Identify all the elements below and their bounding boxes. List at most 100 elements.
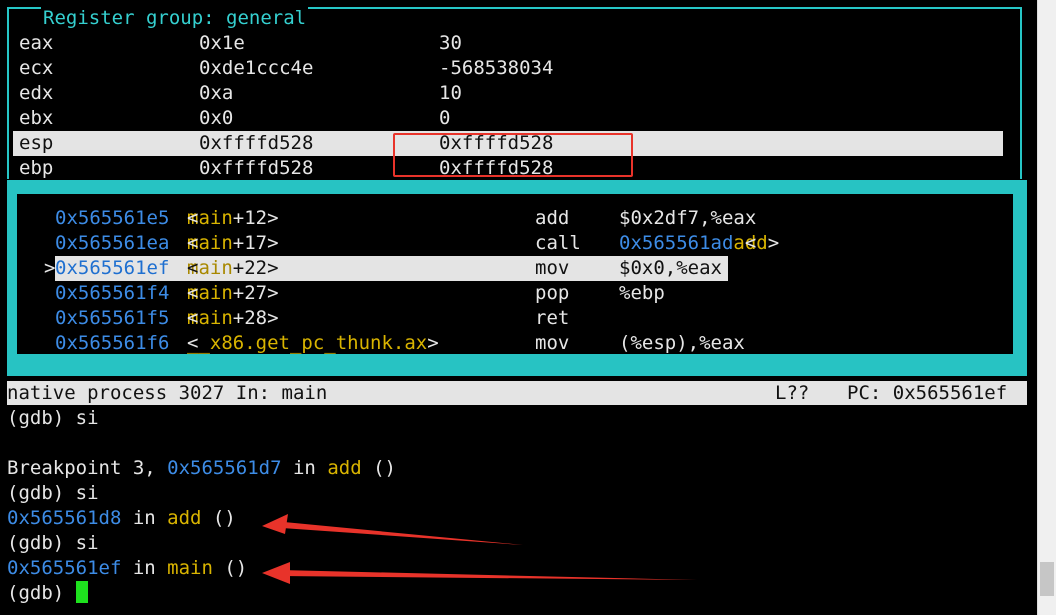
asm-symbol: < __x86.get_pc_thunk.ax > — [187, 331, 439, 356]
asm-opcode: call — [535, 232, 581, 254]
register-name: eax — [19, 32, 54, 54]
asm-symbol-open: < — [187, 282, 199, 304]
register-panel-title: Register group: general — [41, 6, 309, 31]
gdb-output-line: 0x565561d8 in add () — [7, 506, 236, 531]
asm-symbol: < main +22> — [187, 256, 279, 281]
asm-address: 0x565561e5 — [55, 207, 170, 229]
output-in: in — [281, 457, 328, 479]
register-row-eax: eax 0x1e 30 — [13, 31, 1003, 56]
asm-symbol-offset: +27> — [232, 282, 279, 304]
asm-symbol-offset: +28> — [232, 307, 279, 329]
asm-operands: 0x565561ad < add > — [619, 231, 779, 256]
register-hex-value: 0xa — [199, 82, 234, 104]
asm-symbol: < main +17> — [187, 231, 279, 256]
register-row-edx: edx 0xa 10 — [13, 81, 1003, 106]
asm-symbol-open: < — [187, 332, 199, 354]
breakpoint-text: Breakpoint 3, — [7, 457, 168, 479]
gdb-command-line: (gdb) si — [7, 482, 99, 504]
asm-symbol-offset: +22> — [232, 257, 279, 279]
asm-address: 0x565561f6 — [55, 332, 170, 354]
register-natural-value: 10 — [439, 82, 462, 104]
asm-symbol-open: < — [187, 257, 199, 279]
output-address: 0x565561d8 — [7, 507, 122, 529]
gdb-output-line: 0x565561ef in main () — [7, 556, 247, 581]
output-in: in — [121, 507, 168, 529]
output-address: 0x565561d7 — [167, 457, 282, 479]
call-target-address: 0x565561ad — [619, 232, 734, 254]
output-parens: () — [361, 457, 396, 479]
register-hex-value: 0xde1ccc4e — [199, 57, 314, 79]
asm-symbol-offset: +12> — [232, 207, 279, 229]
asm-address: 0x565561ef — [55, 257, 170, 279]
arrow-to-add-line — [262, 514, 523, 545]
asm-opcode: mov — [535, 332, 570, 354]
asm-line[interactable]: 0x565561e5 < main +12> add $0x2df7,%eax — [17, 206, 1007, 231]
asm-symbol-offset: +17> — [232, 232, 279, 254]
asm-symbol-open: < — [187, 207, 199, 229]
assembly-panel: 0x565561e5 < main +12> add $0x2df7,%eax 0x… — [7, 180, 1027, 376]
asm-line[interactable]: 0x565561f6 < __x86.get_pc_thunk.ax > mov (… — [17, 331, 1007, 356]
asm-operands: $0x2df7,%eax — [619, 207, 757, 229]
asm-operands: %ebp — [619, 282, 665, 304]
current-line-marker: > — [44, 257, 56, 279]
asm-address: 0x565561f4 — [55, 282, 170, 304]
asm-symbol-open: < — [187, 307, 199, 329]
asm-operands: (%esp),%eax — [619, 332, 745, 354]
register-row-esp: esp 0xffffd528 0xffffd528 — [13, 131, 1003, 156]
call-target-close: > — [767, 232, 780, 254]
asm-line-current[interactable]: > 0x565561ef < main +22> mov $0x0,%eax — [17, 256, 1007, 281]
output-parens: () — [201, 507, 236, 529]
gdb-output-line: Breakpoint 3, 0x565561d7 in add () — [7, 456, 396, 481]
register-name: ebx — [19, 107, 54, 129]
output-in: in — [121, 557, 168, 579]
tui-status-bar: native process 3027 In: main L?? PC: 0x5… — [7, 381, 1027, 405]
output-function: add — [327, 457, 362, 479]
assembly-listing[interactable]: 0x565561e5 < main +12> add $0x2df7,%eax 0x… — [15, 192, 1015, 356]
register-hex-value: 0x1e — [199, 32, 245, 54]
gdb-prompt: (gdb) — [7, 582, 76, 604]
vertical-scrollbar[interactable] — [1037, 0, 1056, 615]
asm-symbol: < main +27> — [187, 281, 279, 306]
register-natural-value: 0xffffd528 — [439, 132, 554, 154]
asm-line[interactable]: 0x565561f5 < main +28> ret — [17, 306, 1007, 331]
register-row-ebp: ebp 0xffffd528 0xffffd528 — [13, 156, 1003, 181]
gdb-input-line[interactable]: (gdb) — [7, 581, 88, 606]
asm-operands: $0x0,%eax — [619, 257, 722, 279]
register-name: esp — [19, 132, 54, 154]
register-natural-value: 0 — [439, 107, 451, 129]
asm-address: 0x565561ea — [55, 232, 170, 254]
register-row-ebx: ebx 0x0 0 — [13, 106, 1003, 131]
asm-opcode: pop — [535, 282, 570, 304]
register-name: ebp — [19, 157, 54, 179]
output-address: 0x565561ef — [7, 557, 122, 579]
register-hex-value: 0xffffd528 — [199, 157, 314, 179]
terminal-cursor[interactable] — [75, 581, 88, 603]
output-parens: () — [212, 557, 248, 579]
asm-symbol: < main +28> — [187, 306, 279, 331]
asm-opcode: ret — [535, 307, 570, 329]
arrow-to-main-line — [262, 562, 697, 584]
register-hex-value: 0xffffd528 — [199, 132, 314, 154]
register-hex-value: 0x0 — [199, 107, 234, 129]
register-natural-value: 30 — [439, 32, 462, 54]
asm-line[interactable]: 0x565561ea < main +17> call 0x565561ad < ad… — [17, 231, 1007, 256]
gdb-command-line: (gdb) si — [7, 407, 99, 429]
output-function: main — [167, 557, 213, 579]
register-natural-value: 0xffffd528 — [439, 157, 554, 179]
asm-symbol-offset: > — [427, 332, 439, 354]
process-status: native process 3027 In: main — [7, 382, 328, 404]
asm-opcode: add — [535, 207, 570, 229]
asm-symbol: < main +12> — [187, 206, 279, 231]
asm-address: 0x565561f5 — [55, 307, 170, 329]
output-function: add — [167, 507, 202, 529]
line-indicator: L?? — [775, 382, 810, 404]
asm-symbol-function: __x86.get_pc_thunk.ax — [187, 332, 428, 354]
register-name: ecx — [19, 57, 54, 79]
register-natural-value: -568538034 — [439, 57, 554, 79]
gdb-command-line: (gdb) si — [7, 532, 99, 554]
asm-line[interactable]: 0x565561f4 < main +27> pop %ebp — [17, 281, 1007, 306]
call-target-open: < — [733, 232, 757, 254]
program-counter: PC: 0x565561ef — [847, 382, 1008, 404]
scrollbar-thumb[interactable] — [1040, 562, 1054, 596]
asm-opcode: mov — [535, 257, 570, 279]
